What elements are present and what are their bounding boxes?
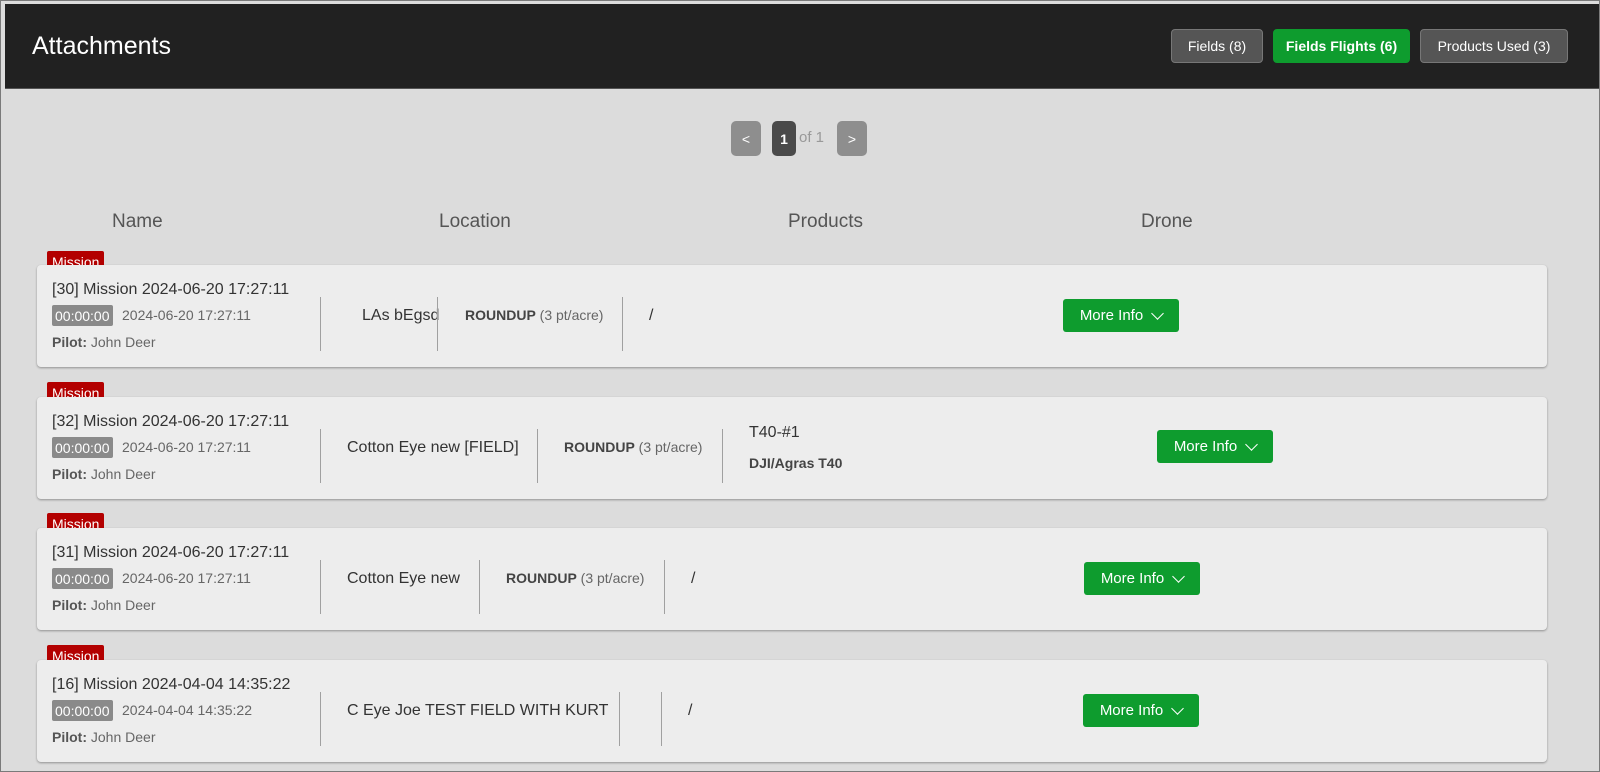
divider bbox=[320, 692, 321, 746]
pilot-label: Pilot: bbox=[52, 334, 87, 350]
mission-drone: / bbox=[691, 570, 696, 587]
mission-date: 2024-06-20 17:27:11 bbox=[122, 570, 251, 586]
pager-next-button[interactable]: > bbox=[837, 121, 867, 156]
drone-model: DJI/Agras T40 bbox=[749, 455, 843, 471]
app-frame: Attachments Fields (8) Fields Flights (6… bbox=[0, 0, 1600, 772]
pilot-name: John Deer bbox=[90, 597, 156, 613]
tab-fields-flights[interactable]: Fields Flights (6) bbox=[1273, 29, 1410, 63]
divider bbox=[622, 297, 623, 351]
mission-location: LAs bEgsd bbox=[362, 307, 440, 324]
duration-badge: 00:00:00 bbox=[52, 305, 113, 326]
product-name: ROUNDUP bbox=[465, 307, 536, 323]
divider bbox=[320, 560, 321, 614]
more-info-label: More Info bbox=[1099, 702, 1164, 719]
mission-product: ROUNDUP (3 pt/acre) bbox=[465, 307, 603, 323]
more-info-label: More Info bbox=[1173, 438, 1238, 455]
more-info-label: More Info bbox=[1100, 570, 1165, 587]
pilot-label: Pilot: bbox=[52, 729, 87, 745]
chevron-down-icon bbox=[1171, 701, 1185, 715]
chevron-down-icon bbox=[1172, 569, 1186, 583]
pilot-label: Pilot: bbox=[52, 466, 87, 482]
column-header-drone: Drone bbox=[1141, 211, 1193, 232]
divider bbox=[437, 297, 438, 351]
mission-card[interactable]: [31] Mission 2024-06-20 17:27:11 00:00:0… bbox=[37, 528, 1547, 630]
divider bbox=[664, 560, 665, 614]
column-header-products: Products bbox=[788, 211, 863, 232]
more-info-button[interactable]: More Info bbox=[1157, 430, 1273, 463]
product-rate: (3 pt/acre) bbox=[638, 439, 703, 455]
duration-badge: 00:00:00 bbox=[52, 568, 113, 589]
mission-card[interactable]: [16] Mission 2024-04-04 14:35:22 00:00:0… bbox=[37, 660, 1547, 762]
mission-name: [16] Mission 2024-04-04 14:35:22 bbox=[52, 676, 291, 693]
pilot-label: Pilot: bbox=[52, 597, 87, 613]
pilot-name: John Deer bbox=[90, 334, 156, 350]
mission-location: Cotton Eye new [FIELD] bbox=[347, 439, 519, 456]
divider bbox=[320, 429, 321, 483]
mission-name: [30] Mission 2024-06-20 17:27:11 bbox=[52, 281, 290, 298]
mission-product: ROUNDUP (3 pt/acre) bbox=[564, 439, 702, 455]
mission-product: ROUNDUP (3 pt/acre) bbox=[506, 570, 644, 586]
divider bbox=[320, 297, 321, 351]
product-name: ROUNDUP bbox=[506, 570, 577, 586]
column-header-name: Name bbox=[112, 211, 163, 232]
chevron-down-icon bbox=[1245, 437, 1259, 451]
divider bbox=[619, 692, 620, 746]
duration-badge: 00:00:00 bbox=[52, 700, 113, 721]
chevron-down-icon bbox=[1151, 306, 1165, 320]
pager-prev-button[interactable]: < bbox=[731, 121, 761, 156]
mission-date: 2024-06-20 17:27:11 bbox=[122, 439, 251, 455]
divider bbox=[479, 560, 480, 614]
more-info-button[interactable]: More Info bbox=[1083, 694, 1199, 727]
duration-badge: 00:00:00 bbox=[52, 437, 113, 458]
pilot-info: Pilot: John Deer bbox=[52, 597, 155, 613]
pilot-info: Pilot: John Deer bbox=[52, 466, 155, 482]
more-info-label: More Info bbox=[1079, 307, 1144, 324]
mission-location: C Eye Joe TEST FIELD WITH KURT bbox=[347, 702, 609, 719]
pilot-info: Pilot: John Deer bbox=[52, 334, 155, 350]
divider bbox=[722, 429, 723, 483]
more-info-button[interactable]: More Info bbox=[1084, 562, 1200, 595]
divider bbox=[661, 692, 662, 746]
product-name: ROUNDUP bbox=[564, 439, 635, 455]
tab-products-used[interactable]: Products Used (3) bbox=[1420, 29, 1568, 63]
tab-fields[interactable]: Fields (8) bbox=[1171, 29, 1263, 63]
mission-name: [32] Mission 2024-06-20 17:27:11 bbox=[52, 413, 290, 430]
column-header-location: Location bbox=[439, 211, 511, 232]
mission-date: 2024-06-20 17:27:11 bbox=[122, 307, 251, 323]
pilot-info: Pilot: John Deer bbox=[52, 729, 155, 745]
page-title: Attachments bbox=[32, 32, 171, 60]
mission-drone: / bbox=[688, 702, 693, 719]
mission-location: Cotton Eye new bbox=[347, 570, 460, 587]
mission-drone: / bbox=[649, 307, 654, 324]
mission-card[interactable]: [30] Mission 2024-06-20 17:27:11 00:00:0… bbox=[37, 265, 1547, 367]
pilot-name: John Deer bbox=[90, 729, 156, 745]
divider bbox=[537, 429, 538, 483]
mission-date: 2024-04-04 14:35:22 bbox=[122, 702, 252, 718]
header-bar: Attachments Fields (8) Fields Flights (6… bbox=[5, 4, 1599, 89]
pager-current-page[interactable]: 1 bbox=[772, 121, 796, 156]
product-rate: (3 pt/acre) bbox=[580, 570, 645, 586]
mission-name: [31] Mission 2024-06-20 17:27:11 bbox=[52, 544, 290, 561]
pilot-name: John Deer bbox=[90, 466, 156, 482]
mission-card[interactable]: [32] Mission 2024-06-20 17:27:11 00:00:0… bbox=[37, 397, 1547, 499]
pager-total: of 1 bbox=[799, 129, 825, 146]
product-rate: (3 pt/acre) bbox=[539, 307, 604, 323]
more-info-button[interactable]: More Info bbox=[1063, 299, 1179, 332]
drone-name: T40-#1 bbox=[749, 424, 800, 441]
